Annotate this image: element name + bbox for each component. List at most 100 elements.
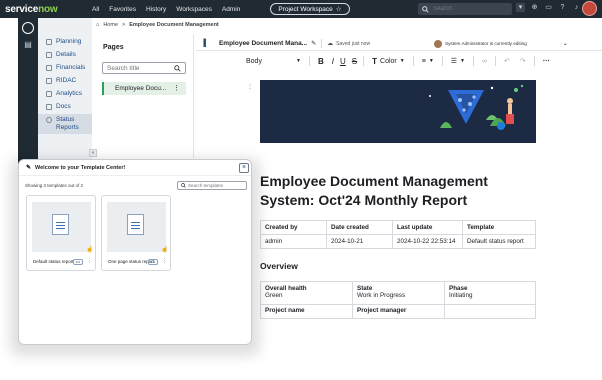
overview-value: Work in Progress — [357, 292, 406, 299]
top-icons: ▾ ⊕ ▭ ? ♪ — [516, 3, 581, 12]
star-icon[interactable]: ☆ — [336, 5, 342, 13]
close-icon[interactable]: × — [239, 163, 249, 173]
meta-value-cell: 2024-10-21 — [326, 234, 393, 249]
kebab-icon[interactable]: ⋮ — [87, 258, 92, 264]
toolbar-separator — [473, 56, 474, 66]
page-item-label: Employee Docu... — [115, 85, 167, 92]
top-navigation-bar: servicenow All Favorites History Workspa… — [0, 0, 602, 18]
modal-title: Welcome to your Template Center! — [35, 164, 126, 171]
sidebar-item-details[interactable]: Details — [46, 51, 76, 58]
ridac-icon — [46, 78, 52, 84]
drag-handle-icon[interactable]: ⋮ — [247, 83, 253, 90]
title-search[interactable] — [102, 62, 186, 74]
home-small-icon: ⌂ — [96, 22, 100, 28]
document-icon[interactable]: ▤ — [22, 40, 34, 52]
chevron-down-icon: ▼ — [460, 58, 465, 64]
planning-icon — [46, 39, 52, 45]
collapse-panel-handle[interactable]: « — [89, 149, 97, 157]
template-search[interactable] — [177, 181, 247, 190]
pages-title: Pages — [103, 44, 124, 51]
servicenow-logo[interactable]: servicenow — [5, 4, 87, 15]
sidebar-item-ridac[interactable]: RIDAC — [46, 77, 76, 84]
top-menu: All Favorites History Workspaces Admin — [87, 6, 245, 13]
pencil-icon[interactable]: ✎ — [311, 40, 316, 47]
redo-button[interactable]: ↷ — [515, 54, 531, 68]
menu-history[interactable]: History — [141, 6, 171, 13]
meta-header-cell: Template — [462, 220, 536, 235]
expand-icon[interactable]: ⌄ — [563, 40, 568, 47]
report-banner-image — [260, 80, 536, 143]
toolbar-separator — [309, 56, 310, 66]
sidebar-item-status-reports[interactable]: Status Reports — [38, 114, 92, 134]
sidebar-item-docs[interactable]: Docs — [46, 103, 71, 110]
text-style-dropdown[interactable]: Body ▼ — [226, 54, 306, 68]
globe-icon[interactable]: ⊕ — [530, 3, 539, 12]
chat-icon[interactable]: ▭ — [544, 3, 553, 12]
underline-button[interactable]: U — [337, 54, 349, 68]
template-card[interactable]: ☝ Default status report ••• ⋮ — [26, 195, 96, 271]
sidebar-item-analytics[interactable]: Analytics — [46, 90, 82, 97]
report-meta-table: Created by Date created Last update Temp… — [260, 220, 536, 249]
template-more-button[interactable]: ••• — [148, 259, 158, 265]
bell-icon[interactable]: ♪ — [572, 3, 581, 12]
template-more-button[interactable]: ••• — [73, 259, 83, 265]
overview-label: Project manager — [357, 307, 407, 314]
cloud-saved-icon: ☁ — [327, 41, 334, 47]
document-name[interactable]: Employee Document Mana... — [219, 40, 307, 47]
sidebar-item-planning[interactable]: Planning — [46, 38, 81, 45]
link-icon: ∞ — [482, 57, 487, 65]
strikethrough-button[interactable]: S — [349, 54, 360, 68]
sidebar-item-label: Status Reports — [56, 116, 79, 131]
menu-admin[interactable]: Admin — [217, 6, 245, 13]
scope-icon[interactable]: ▾ — [516, 3, 525, 12]
global-search-input[interactable] — [433, 6, 503, 12]
kebab-icon[interactable]: ⋮ — [162, 258, 167, 264]
chevron-down-icon: ▼ — [428, 58, 434, 64]
overview-label: State — [357, 285, 373, 292]
link-button[interactable]: ∞ — [477, 54, 492, 68]
sidebar-item-label: RIDAC — [56, 77, 77, 84]
sidebar-item-financials[interactable]: Financials — [46, 64, 85, 71]
template-search-input[interactable] — [188, 183, 244, 188]
template-name: Default status report — [33, 259, 74, 264]
editor-header: ▐ Employee Document Mana... ✎ ☁ Saved ju… — [196, 37, 602, 51]
breadcrumb-current: Employee Document Management — [129, 22, 219, 28]
align-dropdown[interactable]: ≡ ▼ — [417, 54, 439, 68]
overview-cell: Project manager — [352, 304, 445, 319]
template-center-modal: ✎ Welcome to your Template Center! × Sho… — [18, 159, 252, 345]
bold-button[interactable]: B — [313, 54, 329, 68]
color-label: Color — [380, 57, 397, 65]
list-dropdown[interactable]: ☰ ▼ — [446, 54, 470, 68]
menu-all[interactable]: All — [87, 6, 104, 13]
project-nav-panel: Planning Details Financials RIDAC Analyt… — [38, 18, 92, 161]
overview-cell: Project name — [260, 304, 353, 319]
docs-icon — [46, 104, 52, 110]
color-dropdown[interactable]: T Color ▼ — [367, 54, 410, 68]
global-search[interactable] — [418, 3, 512, 15]
home-icon[interactable] — [22, 22, 34, 34]
meta-value-cell: Default status report — [462, 234, 536, 249]
title-search-input[interactable] — [107, 64, 171, 72]
meta-value-cell: admin — [260, 234, 327, 249]
panel-toggle-icon[interactable]: ▐ — [201, 40, 206, 47]
editing-status: System Administrator is currently editin… — [445, 41, 527, 46]
undo-button[interactable]: ↶ — [499, 54, 515, 68]
template-card[interactable]: ☝ One page status report ••• ⋮ — [101, 195, 171, 271]
more-options-button[interactable]: ⋯ — [538, 54, 555, 68]
overview-label: Project name — [265, 307, 305, 314]
search-icon — [174, 65, 181, 72]
workspace-pill-label: Project Workspace — [278, 5, 333, 13]
breadcrumb-home[interactable]: Home — [103, 22, 118, 28]
meta-header-cell: Date created — [326, 220, 393, 235]
user-avatar[interactable] — [582, 1, 597, 16]
italic-button[interactable]: I — [329, 54, 337, 68]
menu-workspaces[interactable]: Workspaces — [171, 6, 217, 13]
menu-favorites[interactable]: Favorites — [104, 6, 141, 13]
kebab-icon[interactable]: ⋮ — [173, 84, 180, 92]
workspace-pill[interactable]: Project Workspace ☆ — [270, 3, 350, 15]
text-color-icon: T — [372, 56, 378, 66]
overview-cell: State Work in Progress — [352, 281, 445, 305]
help-icon[interactable]: ? — [558, 3, 567, 12]
overview-label: Phase — [449, 285, 468, 292]
page-list-item[interactable]: Employee Docu... ⋮ — [102, 82, 186, 95]
